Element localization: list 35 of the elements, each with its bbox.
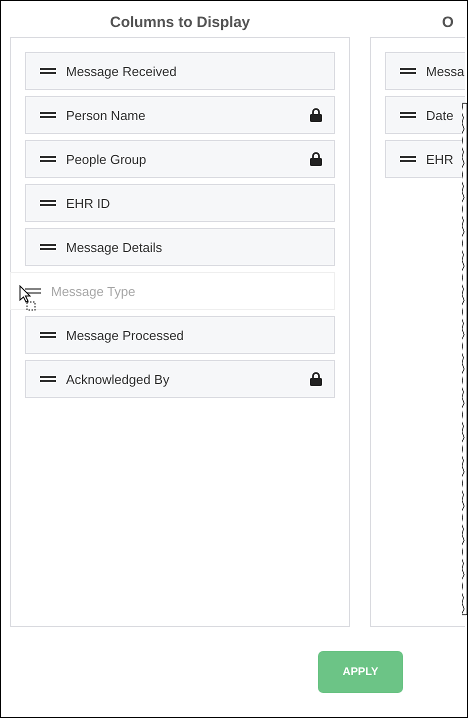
column-label: EHR ID (66, 196, 112, 210)
column-label: Acknowledged By (66, 372, 170, 386)
column-item[interactable]: Message Processed (25, 316, 335, 354)
drag-handle-icon[interactable] (40, 376, 56, 382)
drag-handle-icon[interactable] (25, 288, 41, 294)
drag-handle-icon[interactable] (40, 156, 56, 162)
column-item[interactable]: People Group (25, 140, 335, 178)
column-label: Person Name (66, 108, 146, 122)
drag-handle-icon[interactable] (40, 112, 56, 118)
drag-handle-icon[interactable] (400, 68, 416, 74)
column-title: Columns to Display (110, 13, 250, 33)
column-item[interactable]: Acknowledged By (25, 360, 335, 398)
column-label: People Group (66, 152, 148, 166)
column-item[interactable]: Date (385, 96, 465, 134)
column-label: Message Received (66, 64, 178, 78)
column-item[interactable]: Message Received (25, 52, 335, 90)
column-item[interactable]: Message Details (25, 228, 335, 266)
column-label: EHR (426, 152, 454, 166)
column-item[interactable]: Person Name (25, 96, 335, 134)
drag-handle-icon[interactable] (40, 200, 56, 206)
column-item[interactable]: Messa (385, 52, 465, 90)
drag-handle-icon[interactable] (400, 156, 416, 162)
drag-handle-icon[interactable] (40, 332, 56, 338)
column-label: Message Processed (66, 328, 185, 342)
column-label: Date (426, 108, 454, 122)
drag-handle-icon[interactable] (400, 112, 416, 118)
column-title: O (442, 13, 454, 33)
drag-handle-icon[interactable] (40, 68, 56, 74)
column-label: Messa (426, 64, 465, 78)
column-label: Message Details (66, 240, 164, 254)
drag-handle-icon[interactable] (40, 244, 56, 250)
column-label: Message Type (51, 284, 136, 298)
column-item[interactable]: EHR (385, 140, 465, 178)
column-item[interactable]: EHR ID (25, 184, 335, 222)
drag-cursor-icon (19, 285, 37, 311)
